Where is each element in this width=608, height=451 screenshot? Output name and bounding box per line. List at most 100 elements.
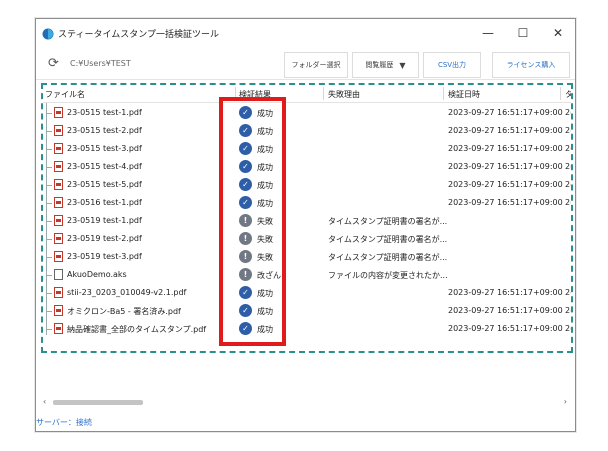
extra-column-cell: 2( bbox=[565, 306, 573, 315]
file-name[interactable]: stii-23_0203_010049-v2.1.pdf bbox=[67, 288, 186, 297]
close-button[interactable]: ✕ bbox=[543, 23, 573, 43]
column-divider[interactable] bbox=[560, 87, 561, 100]
file-name[interactable]: 23-0515 test-3.pdf bbox=[67, 144, 142, 153]
pdf-icon bbox=[54, 125, 63, 136]
tree-connector bbox=[46, 203, 52, 204]
file-name[interactable]: 23-0519 test-1.pdf bbox=[67, 216, 142, 225]
file-name[interactable]: AkuoDemo.aks bbox=[67, 270, 127, 279]
table-row[interactable]: 23-0515 test-2.pdf ✓ 成功 2023-09-27 16:51:17… bbox=[43, 122, 571, 140]
toolbar: ⟳ C:¥Users¥TEST フォルダー選択 閲覧履歴 ▼ CSV出力 ライセ… bbox=[36, 49, 575, 80]
table-row[interactable]: 納品確認書_全部のタイムスタンプ.pdf ✓ 成功 2023-09-27 16:51:… bbox=[43, 320, 571, 338]
scroll-right-icon[interactable]: › bbox=[564, 397, 567, 406]
tree-connector bbox=[46, 167, 52, 168]
extra-column-cell: 2( bbox=[565, 108, 573, 117]
table-row[interactable]: 23-0519 test-3.pdf! 失敗 タイムスタンプ証明書の署名が... bbox=[43, 248, 571, 266]
maximize-button[interactable]: ☐ bbox=[508, 23, 538, 43]
scroll-thumb[interactable] bbox=[53, 400, 143, 405]
pdf-icon bbox=[54, 143, 63, 154]
csv-export-label: CSV出力 bbox=[437, 61, 467, 69]
tree-connector bbox=[46, 239, 52, 240]
table-row[interactable]: オミクロン-Ba5 - 署名済み.pdf ✓ 成功 2023-09-27 16:51:… bbox=[43, 302, 571, 320]
app-window: スティータイムスタンプ一括検証ツール — ☐ ✕ ⟳ C:¥Users¥TEST… bbox=[35, 18, 576, 432]
title-bar: スティータイムスタンプ一括検証ツール — ☐ ✕ bbox=[36, 19, 575, 49]
pdf-icon bbox=[54, 161, 63, 172]
pdf-icon bbox=[54, 287, 63, 298]
failure-reason: タイムスタンプ証明書の署名が... bbox=[328, 235, 448, 244]
failure-reason: タイムスタンプ証明書の署名が... bbox=[328, 217, 448, 226]
tree-connector bbox=[46, 149, 52, 150]
folder-select-button[interactable]: フォルダー選択 bbox=[284, 52, 348, 78]
window-title: スティータイムスタンプ一括検証ツール bbox=[58, 30, 220, 40]
tree-connector bbox=[46, 275, 52, 276]
table-row[interactable]: 23-0519 test-2.pdf! 失敗 タイムスタンプ証明書の署名が... bbox=[43, 230, 571, 248]
scroll-left-icon[interactable]: ‹ bbox=[43, 397, 46, 406]
table-row[interactable]: 23-0516 test-1.pdf ✓ 成功 2023-09-27 16:51:17… bbox=[43, 194, 571, 212]
header-filename[interactable]: ファイル名 bbox=[45, 89, 85, 100]
column-divider[interactable] bbox=[323, 87, 324, 100]
folder-select-label: フォルダー選択 bbox=[291, 61, 341, 69]
file-name[interactable]: 23-0515 test-4.pdf bbox=[67, 162, 142, 171]
pdf-icon bbox=[54, 215, 63, 226]
tree-connector bbox=[46, 221, 52, 222]
pdf-icon bbox=[54, 323, 63, 334]
results-table: ファイル名 検証結果 失敗理由 検証日時 タ 23-0515 test-1.pd… bbox=[41, 83, 573, 353]
file-name[interactable]: 23-0519 test-2.pdf bbox=[67, 234, 142, 243]
extra-column-cell: 2( bbox=[565, 324, 573, 333]
table-row[interactable]: AkuoDemo.aks! 改ざん ファイルの内容が変更されたか... bbox=[43, 266, 571, 284]
header-reason[interactable]: 失敗理由 bbox=[328, 89, 360, 100]
extra-column-cell: 2( bbox=[565, 288, 573, 297]
header-extra[interactable]: タ bbox=[565, 89, 571, 100]
verified-date: 2023-09-27 16:51:17+09:00 bbox=[448, 126, 563, 135]
table-row[interactable]: 23-0515 test-4.pdf ✓ 成功 2023-09-27 16:51:17… bbox=[43, 158, 571, 176]
file-name[interactable]: 納品確認書_全部のタイムスタンプ.pdf bbox=[67, 324, 206, 335]
verified-date: 2023-09-27 16:51:17+09:00 bbox=[448, 180, 563, 189]
file-name[interactable]: 23-0515 test-2.pdf bbox=[67, 126, 142, 135]
minimize-button[interactable]: — bbox=[473, 23, 503, 43]
tree-connector bbox=[46, 311, 52, 312]
verified-date: 2023-09-27 16:51:17+09:00 bbox=[448, 288, 563, 297]
extra-column-cell: 2( bbox=[565, 198, 573, 207]
table-row[interactable]: 23-0515 test-5.pdf ✓ 成功 2023-09-27 16:51:17… bbox=[43, 176, 571, 194]
verified-date: 2023-09-27 16:51:17+09:00 bbox=[448, 324, 563, 333]
header-date[interactable]: 検証日時 bbox=[448, 89, 480, 100]
verified-date: 2023-09-27 16:51:17+09:00 bbox=[448, 306, 563, 315]
pdf-icon bbox=[54, 179, 63, 190]
file-icon bbox=[54, 269, 63, 280]
horizontal-scrollbar[interactable]: ‹ › bbox=[41, 397, 569, 409]
pdf-icon bbox=[54, 251, 63, 262]
history-dropdown[interactable]: 閲覧履歴 ▼ bbox=[352, 52, 419, 78]
verified-date: 2023-09-27 16:51:17+09:00 bbox=[448, 162, 563, 171]
table-row[interactable]: 23-0519 test-1.pdf! 失敗 タイムスタンプ証明書の署名が... bbox=[43, 212, 571, 230]
path-field[interactable]: C:¥Users¥TEST bbox=[70, 59, 131, 68]
table-row[interactable]: 23-0515 test-1.pdf ✓ 成功 2023-09-27 16:51:17… bbox=[43, 104, 571, 122]
verified-date: 2023-09-27 16:51:17+09:00 bbox=[448, 144, 563, 153]
tree-connector bbox=[46, 257, 52, 258]
failure-reason: タイムスタンプ証明書の署名が... bbox=[328, 253, 448, 262]
extra-column-cell: 2( bbox=[565, 180, 573, 189]
extra-column-cell: 2( bbox=[565, 162, 573, 171]
tree-connector bbox=[46, 329, 52, 330]
file-name[interactable]: 23-0519 test-3.pdf bbox=[67, 252, 142, 261]
refresh-icon[interactable]: ⟳ bbox=[48, 56, 59, 71]
highlight-box bbox=[219, 97, 286, 346]
table-row[interactable]: stii-23_0203_010049-v2.1.pdf ✓ 成功 2023-09-2… bbox=[43, 284, 571, 302]
file-name[interactable]: 23-0515 test-1.pdf bbox=[67, 108, 142, 117]
file-name[interactable]: 23-0516 test-1.pdf bbox=[67, 198, 142, 207]
tree-connector bbox=[46, 293, 52, 294]
pdf-icon bbox=[54, 233, 63, 244]
pdf-icon bbox=[54, 197, 63, 208]
column-divider[interactable] bbox=[443, 87, 444, 100]
tree-connector bbox=[46, 131, 52, 132]
verified-date: 2023-09-27 16:51:17+09:00 bbox=[448, 108, 563, 117]
table-header: ファイル名 検証結果 失敗理由 検証日時 タ bbox=[43, 85, 571, 103]
history-label: 閲覧履歴 bbox=[365, 61, 394, 69]
license-purchase-label: ライセンス購入 bbox=[506, 61, 556, 69]
license-purchase-button[interactable]: ライセンス購入 bbox=[492, 52, 570, 78]
file-name[interactable]: 23-0515 test-5.pdf bbox=[67, 180, 142, 189]
table-row[interactable]: 23-0515 test-3.pdf ✓ 成功 2023-09-27 16:51:17… bbox=[43, 140, 571, 158]
server-status: サーバー：接続 bbox=[36, 418, 92, 427]
file-name[interactable]: オミクロン-Ba5 - 署名済み.pdf bbox=[67, 306, 181, 317]
csv-export-button[interactable]: CSV出力 bbox=[423, 52, 481, 78]
verified-date: 2023-09-27 16:51:17+09:00 bbox=[448, 198, 563, 207]
pdf-icon bbox=[54, 305, 63, 316]
